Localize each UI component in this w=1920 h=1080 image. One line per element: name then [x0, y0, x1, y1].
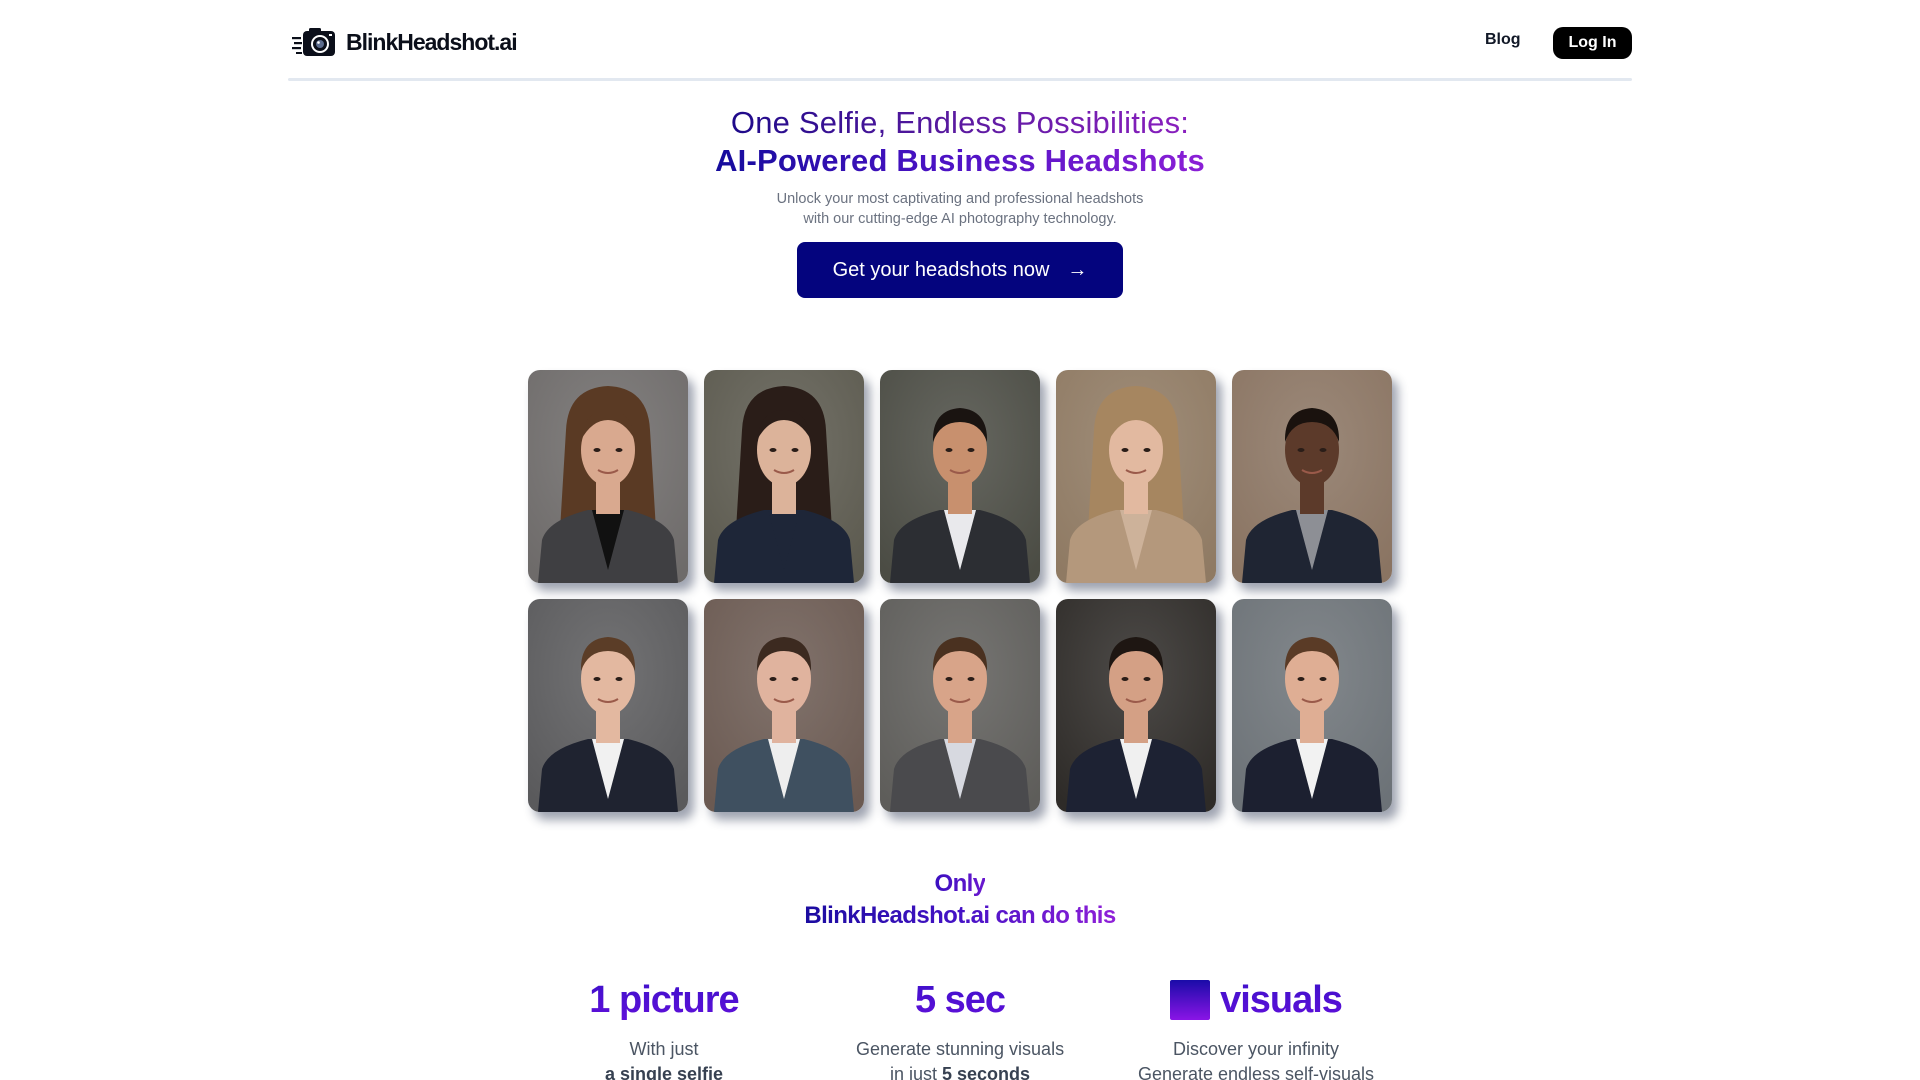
headshot-card: [528, 599, 688, 812]
headshot-card: [1056, 370, 1216, 583]
headshot-gallery: [528, 370, 1392, 812]
stat-desc-prefix: in just: [889, 1064, 942, 1080]
headshot-card: [880, 370, 1040, 583]
headshot-photo: [1232, 599, 1392, 812]
nav-link-blog[interactable]: Blog: [1485, 31, 1521, 49]
stat-one-picture: 1 picture With just a single selfie: [494, 975, 834, 1080]
login-button[interactable]: Log In: [1553, 27, 1632, 59]
top-navbar: BlinkHeadshot.ai Blog Log In: [288, 0, 1632, 81]
hero-subtitle-line2: with our cutting-edge AI photography tec…: [803, 211, 1117, 227]
hero-title-line1: One Selfie, Endless Possibilities:: [730, 105, 1190, 140]
headshot-card: [1232, 599, 1392, 812]
stat-desc-line1: Generate stunning visuals: [855, 1039, 1065, 1059]
stat-five-sec: 5 sec Generate stunning visuals in just …: [790, 975, 1130, 1080]
only-heading-line1: Only: [935, 868, 987, 900]
headshot-photo: [528, 370, 688, 583]
headshot-photo: [1056, 599, 1216, 812]
get-headshots-button[interactable]: Get your headshots now →: [797, 242, 1123, 298]
hero-title: One Selfie, Endless Possibilities: AI-Po…: [0, 104, 1920, 179]
headshot-photo: [704, 599, 864, 812]
headshot-photo: [1056, 370, 1216, 583]
camera-speed-icon: [292, 28, 335, 56]
headshot-card: [880, 599, 1040, 812]
arrow-right-icon: →: [1067, 259, 1088, 281]
headshot-card: [1056, 599, 1216, 812]
stats-section: 1 picture With just a single selfie 5 se…: [0, 975, 1920, 1080]
infinity-gradient-square-icon: [1170, 980, 1211, 1020]
only-section: Only BlinkHeadshot.ai can do this: [0, 868, 1920, 932]
headshot-photo: [880, 370, 1040, 583]
stat-desc-bold: a single selfie: [604, 1064, 724, 1080]
hero-subtitle: Unlock your most captivating and profess…: [0, 189, 1920, 229]
headshot-card: [1232, 370, 1392, 583]
only-heading-line2: BlinkHeadshot.ai can do this: [804, 900, 1116, 932]
headshot-photo: [880, 599, 1040, 812]
stat-desc-line2: Generate endless self-visuals: [1137, 1064, 1375, 1080]
stat-desc-line1: With just: [629, 1039, 699, 1059]
headshot-card: [528, 370, 688, 583]
stat-title: 1 picture: [589, 975, 739, 1025]
headshot-photo: [1232, 370, 1392, 583]
stat-infinite-visuals: visuals Discover your infinity Generate …: [1086, 975, 1426, 1080]
hero-subtitle-line1: Unlock your most captivating and profess…: [776, 191, 1144, 207]
stat-desc-line2: in just 5 seconds: [790, 1062, 1130, 1080]
headshot-card: [704, 599, 864, 812]
only-heading: Only BlinkHeadshot.ai can do this: [0, 868, 1920, 932]
cta-label: Get your headshots now: [832, 258, 1050, 281]
hero-section: One Selfie, Endless Possibilities: AI-Po…: [0, 104, 1920, 229]
stat-desc-bold: 5 seconds: [941, 1064, 1031, 1080]
brand-logo-link[interactable]: BlinkHeadshot.ai: [292, 24, 518, 60]
stat-desc-line2: a single selfie: [494, 1062, 834, 1080]
brand-name: BlinkHeadshot.ai: [346, 28, 518, 55]
headshot-photo: [528, 599, 688, 812]
hero-title-line2: AI-Powered Business Headshots: [715, 143, 1205, 178]
stat-desc-line1: Discover your infinity: [1172, 1039, 1340, 1059]
headshot-photo: [704, 370, 864, 583]
headshot-card: [704, 370, 864, 583]
stat-title: visuals: [1220, 975, 1343, 1025]
stat-title: 5 sec: [915, 975, 1006, 1025]
nav-divider: [288, 78, 1632, 81]
